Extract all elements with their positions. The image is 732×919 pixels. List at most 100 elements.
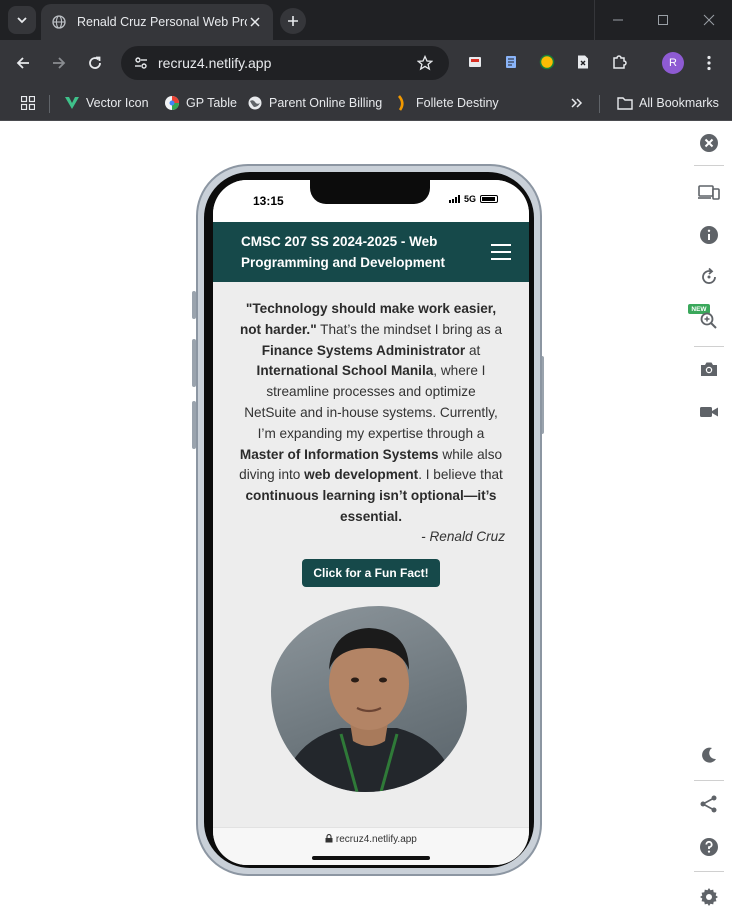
arrow-right-icon [53,57,66,69]
video-camera-icon[interactable] [698,401,720,423]
rail-divider [694,871,724,872]
rotate-icon[interactable] [698,266,720,288]
extension-document-icon[interactable] [501,52,521,72]
quote-text: Finance Systems Administrator [261,342,466,358]
moon-icon[interactable] [698,744,720,766]
close-icon [703,14,715,26]
bookmarks-bar: Vector Icon GP Table Parent Online Billi… [0,86,732,121]
bookmark-label: GP Table [186,96,237,110]
profile-photo [271,606,467,792]
profile-avatar[interactable]: R [662,52,684,74]
new-tab-button[interactable] [280,8,306,34]
help-icon[interactable] [698,836,720,858]
folder-icon [617,95,633,111]
intro-quote: "Technology should make work easier, not… [239,299,503,528]
lock-icon [325,834,333,843]
bookmark-gp-table[interactable]: GP Table [164,92,237,114]
rail-divider [694,780,724,781]
minimize-icon [612,19,623,21]
follett-favicon [394,95,410,111]
maximize-button[interactable] [640,0,686,40]
all-bookmarks-label: All Bookmarks [639,96,719,110]
bookmark-parent-online-billing[interactable]: Parent Online Billing [247,92,382,114]
site-info-icon[interactable] [129,51,153,75]
status-indicators: 5G [449,194,499,204]
extension-tablet-icon[interactable] [465,52,485,72]
chevron-down-icon [17,17,27,24]
phone-notch [310,180,430,204]
phone-status-bar: 13:15 5G [213,180,529,222]
quote-text: That’s the mindset I bring as a [316,321,503,337]
url-text: recruz4.netlify.app [158,55,272,71]
minimize-button[interactable] [594,0,640,40]
camera-icon[interactable] [698,358,720,380]
quote-text: International School Manila [256,363,434,379]
forward-button[interactable] [47,51,71,75]
quote-text: Master of Information Systems [239,446,439,462]
bookmark-follete-destiny[interactable]: Follete Destiny [394,92,499,114]
extension-file-x-icon[interactable] [573,52,593,72]
bookmark-star-icon[interactable] [415,53,435,73]
battery-icon [480,195,499,203]
signal-icon [449,195,460,203]
arrow-left-icon [16,57,29,69]
bookmark-label: Follete Destiny [416,96,499,110]
reload-button[interactable] [83,51,107,75]
reload-icon [89,56,101,69]
site-navbar: CMSC 207 SS 2024-2025 - Web Programming … [213,222,529,282]
extension-coin-icon[interactable] [537,52,557,72]
page-viewport: NEW 13:15 5G CMSC 207 SS 2024-2025 - Web… [0,121,732,919]
rail-divider [694,165,724,166]
network-label: 5G [464,194,477,204]
phone-frame: 13:15 5G CMSC 207 SS 2024-2025 - Web Pro… [196,164,542,876]
tab-active[interactable]: Renald Cruz Personal Web Profi [41,4,273,40]
tab-strip: Renald Cruz Personal Web Profi [0,0,732,40]
window-controls [594,0,732,40]
address-bar[interactable]: recruz4.netlify.app [121,46,449,80]
site-title: CMSC 207 SS 2024-2025 - Web Programming … [241,234,446,270]
quote-text: web development [304,467,419,483]
hamburger-menu-icon[interactable] [491,242,511,262]
zoom-in-icon[interactable] [698,310,720,332]
rail-divider [694,346,724,347]
tab-close-icon[interactable] [247,14,263,30]
quote-text: . I believe that [418,467,503,483]
maximize-icon [658,15,668,25]
close-circle-icon[interactable] [698,132,720,154]
all-bookmarks-button[interactable]: All Bookmarks [617,92,719,114]
status-time: 13:15 [253,194,284,208]
quote-text: continuous learning isn’t optional—it’s … [245,488,497,524]
close-window-button[interactable] [686,0,732,40]
share-icon[interactable] [698,793,720,815]
gp-table-favicon [164,95,180,111]
apps-grid-icon[interactable] [18,93,38,113]
mobile-address-bar[interactable]: recruz4.netlify.app [213,827,529,865]
mobile-url-text: recruz4.netlify.app [335,834,417,845]
plus-icon [288,16,298,26]
site-content: "Technology should make work easier, not… [213,282,529,827]
more-bookmarks-icon[interactable] [568,94,586,112]
back-button[interactable] [11,51,35,75]
bookmark-vector-icon[interactable]: Vector Icon [64,92,149,114]
device-toggle-icon[interactable] [698,182,720,204]
globe-icon [51,14,67,30]
mobile-url: recruz4.netlify.app [213,834,529,845]
home-indicator [312,856,430,860]
vector-icon-favicon [64,95,80,111]
tab-search-button[interactable] [8,6,36,34]
phone-screen: 13:15 5G CMSC 207 SS 2024-2025 - Web Pro… [213,180,529,865]
browser-toolbar: recruz4.netlify.app R [0,40,732,86]
gear-icon[interactable] [698,886,720,908]
bookmark-label: Parent Online Billing [269,96,383,110]
fun-fact-button[interactable]: Click for a Fun Fact! [302,559,440,587]
extensions-puzzle-icon[interactable] [609,52,629,72]
globe-icon [247,95,263,111]
more-menu-icon[interactable] [700,51,718,75]
bookmark-divider [599,95,600,113]
tab-title: Renald Cruz Personal Web Profi [77,15,247,29]
quote-text: at [465,342,481,358]
bookmark-divider [49,95,50,113]
info-icon[interactable] [698,224,720,246]
bookmark-label: Vector Icon [86,96,149,110]
quote-attribution: - Renald Cruz [421,529,505,544]
